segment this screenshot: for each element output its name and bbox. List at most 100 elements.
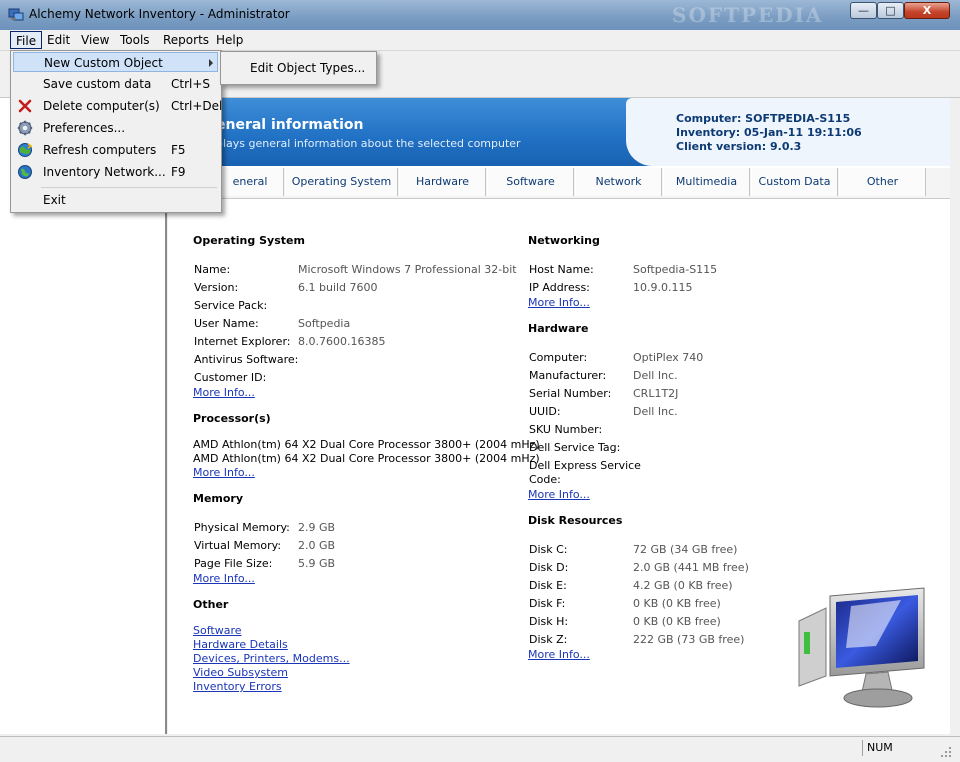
disk-value: 4.2 GB (0 KB free) bbox=[633, 579, 733, 592]
network-label: Host Name: bbox=[529, 263, 594, 276]
tab-hardware[interactable]: Hardware bbox=[399, 168, 486, 196]
submenu-arrow-icon bbox=[209, 59, 213, 67]
minimize-icon: — bbox=[858, 4, 869, 17]
menu-item-shortcut: F5 bbox=[171, 143, 186, 157]
menu-refresh-computers[interactable]: Refresh computers F5 bbox=[13, 140, 218, 160]
menu-delete-computers[interactable]: Delete computer(s) Ctrl+Del bbox=[13, 96, 222, 116]
hardware-value: Dell Inc. bbox=[633, 369, 678, 382]
menu-inventory-network[interactable]: Inventory Network... F9 bbox=[13, 162, 218, 182]
menu-help[interactable]: Help bbox=[211, 31, 248, 49]
memory-label: Page File Size: bbox=[194, 557, 273, 570]
hardware-value: Dell Inc. bbox=[633, 405, 678, 418]
processor-line: AMD Athlon(tm) 64 X2 Dual Core Processor… bbox=[193, 438, 540, 451]
menu-item-label: Refresh computers bbox=[43, 143, 157, 157]
os-label: Name: bbox=[194, 263, 231, 276]
other-link-inventory-errors[interactable]: Inventory Errors bbox=[193, 680, 282, 693]
menu-edit[interactable]: Edit bbox=[42, 31, 75, 49]
menu-item-label: Exit bbox=[43, 193, 66, 207]
network-globe-icon bbox=[18, 165, 32, 179]
network-value: Softpedia-S115 bbox=[633, 263, 718, 276]
other-section-title: Other bbox=[193, 598, 229, 611]
disk-value: 0 KB (0 KB free) bbox=[633, 597, 721, 610]
menu-item-label: Delete computer(s) bbox=[43, 99, 160, 113]
new-custom-object-submenu: Edit Object Types... bbox=[220, 51, 377, 85]
memory-section-title: Memory bbox=[193, 492, 244, 505]
menu-edit-object-types[interactable]: Edit Object Types... bbox=[250, 61, 365, 75]
other-link-devices[interactable]: Devices, Printers, Modems... bbox=[193, 652, 350, 665]
network-more-info-link[interactable]: More Info... bbox=[528, 296, 590, 309]
maximize-button[interactable]: □ bbox=[877, 2, 904, 19]
os-label: Version: bbox=[194, 281, 239, 294]
os-label: User Name: bbox=[194, 317, 259, 330]
os-value: 6.1 build 7600 bbox=[298, 281, 378, 294]
processor-more-info-link[interactable]: More Info... bbox=[193, 466, 255, 479]
tab-operating-system[interactable]: Operating System bbox=[285, 168, 398, 196]
tab-general[interactable]: eneral bbox=[216, 168, 284, 196]
menu-item-shortcut: F9 bbox=[171, 165, 186, 179]
num-lock-indicator: NUM bbox=[862, 740, 931, 756]
menu-new-custom-object[interactable]: New Custom Object bbox=[13, 52, 218, 72]
disk-label: Disk H: bbox=[529, 615, 569, 628]
hardware-more-info-link[interactable]: More Info... bbox=[528, 488, 590, 501]
menu-view[interactable]: View bbox=[76, 31, 114, 49]
disk-value: 0 KB (0 KB free) bbox=[633, 615, 721, 628]
os-more-info-link[interactable]: More Info... bbox=[193, 386, 255, 399]
disk-label: Disk F: bbox=[529, 597, 566, 610]
other-link-software[interactable]: Software bbox=[193, 624, 242, 637]
disks-more-info-link[interactable]: More Info... bbox=[528, 648, 590, 661]
disks-section-title: Disk Resources bbox=[528, 514, 623, 527]
menu-item-shortcut: Ctrl+Del bbox=[171, 99, 223, 113]
hardware-label: UUID: bbox=[529, 405, 561, 418]
close-button[interactable]: X bbox=[904, 2, 950, 19]
networking-section-title: Networking bbox=[528, 234, 600, 247]
hardware-value: CRL1T2J bbox=[633, 387, 679, 400]
minimize-button[interactable]: — bbox=[850, 2, 877, 19]
hardware-label: Manufacturer: bbox=[529, 369, 607, 382]
info-banner: eneral information plays general informa… bbox=[168, 98, 950, 166]
disk-value: 72 GB (34 GB free) bbox=[633, 543, 738, 556]
hardware-label: Code: bbox=[529, 473, 561, 486]
tab-custom-data[interactable]: Custom Data bbox=[751, 168, 838, 196]
menu-preferences[interactable]: Preferences... bbox=[13, 118, 218, 138]
memory-label: Virtual Memory: bbox=[194, 539, 282, 552]
computer-monitor-icon bbox=[798, 587, 925, 708]
app-icon bbox=[8, 8, 24, 21]
memory-label: Physical Memory: bbox=[194, 521, 290, 534]
hardware-label: Computer: bbox=[529, 351, 588, 364]
menu-exit[interactable]: Exit bbox=[13, 190, 218, 210]
disk-value: 222 GB (73 GB free) bbox=[633, 633, 745, 646]
other-link-hardware-details[interactable]: Hardware Details bbox=[193, 638, 288, 651]
memory-more-info-link[interactable]: More Info... bbox=[193, 572, 255, 585]
menu-separator bbox=[41, 187, 217, 188]
disk-label: Disk Z: bbox=[529, 633, 568, 646]
os-label: Internet Explorer: bbox=[194, 335, 291, 348]
menu-tools[interactable]: Tools bbox=[115, 31, 155, 49]
disk-value: 2.0 GB (441 MB free) bbox=[633, 561, 749, 574]
status-bar: NUM bbox=[0, 736, 960, 762]
tab-other[interactable]: Other bbox=[839, 168, 926, 196]
resize-grip-icon[interactable] bbox=[938, 745, 952, 757]
os-value: Microsoft Windows 7 Professional 32-bit bbox=[298, 263, 517, 276]
os-label: Customer ID: bbox=[194, 371, 267, 384]
menu-file[interactable]: File bbox=[10, 31, 43, 49]
os-value: Softpedia bbox=[298, 317, 351, 330]
other-link-video-subsystem[interactable]: Video Subsystem bbox=[193, 666, 288, 679]
hardware-label: Dell Service Tag: bbox=[529, 441, 621, 454]
hardware-label: Dell Express Service bbox=[529, 459, 641, 472]
tab-software[interactable]: Software bbox=[487, 168, 574, 196]
general-content: Operating System Name: Microsoft Windows… bbox=[168, 199, 950, 734]
os-section-title: Operating System bbox=[193, 234, 305, 247]
network-label: IP Address: bbox=[529, 281, 590, 294]
banner-computer: Computer: SOFTPEDIA-S115 bbox=[676, 112, 851, 125]
tab-network[interactable]: Network bbox=[575, 168, 662, 196]
refresh-globe-icon bbox=[18, 143, 33, 157]
gear-icon bbox=[17, 120, 33, 136]
menu-reports[interactable]: Reports bbox=[158, 31, 214, 49]
menu-save-custom-data[interactable]: Save custom data Ctrl+S bbox=[13, 74, 218, 94]
disk-label: Disk D: bbox=[529, 561, 569, 574]
main-panel: eneral information plays general informa… bbox=[168, 98, 950, 734]
banner-subtitle: plays general information about the sele… bbox=[216, 137, 521, 150]
tab-multimedia[interactable]: Multimedia bbox=[663, 168, 750, 196]
memory-value: 5.9 GB bbox=[298, 557, 336, 570]
app-window: Alchemy Network Inventory - Administrato… bbox=[0, 0, 960, 762]
